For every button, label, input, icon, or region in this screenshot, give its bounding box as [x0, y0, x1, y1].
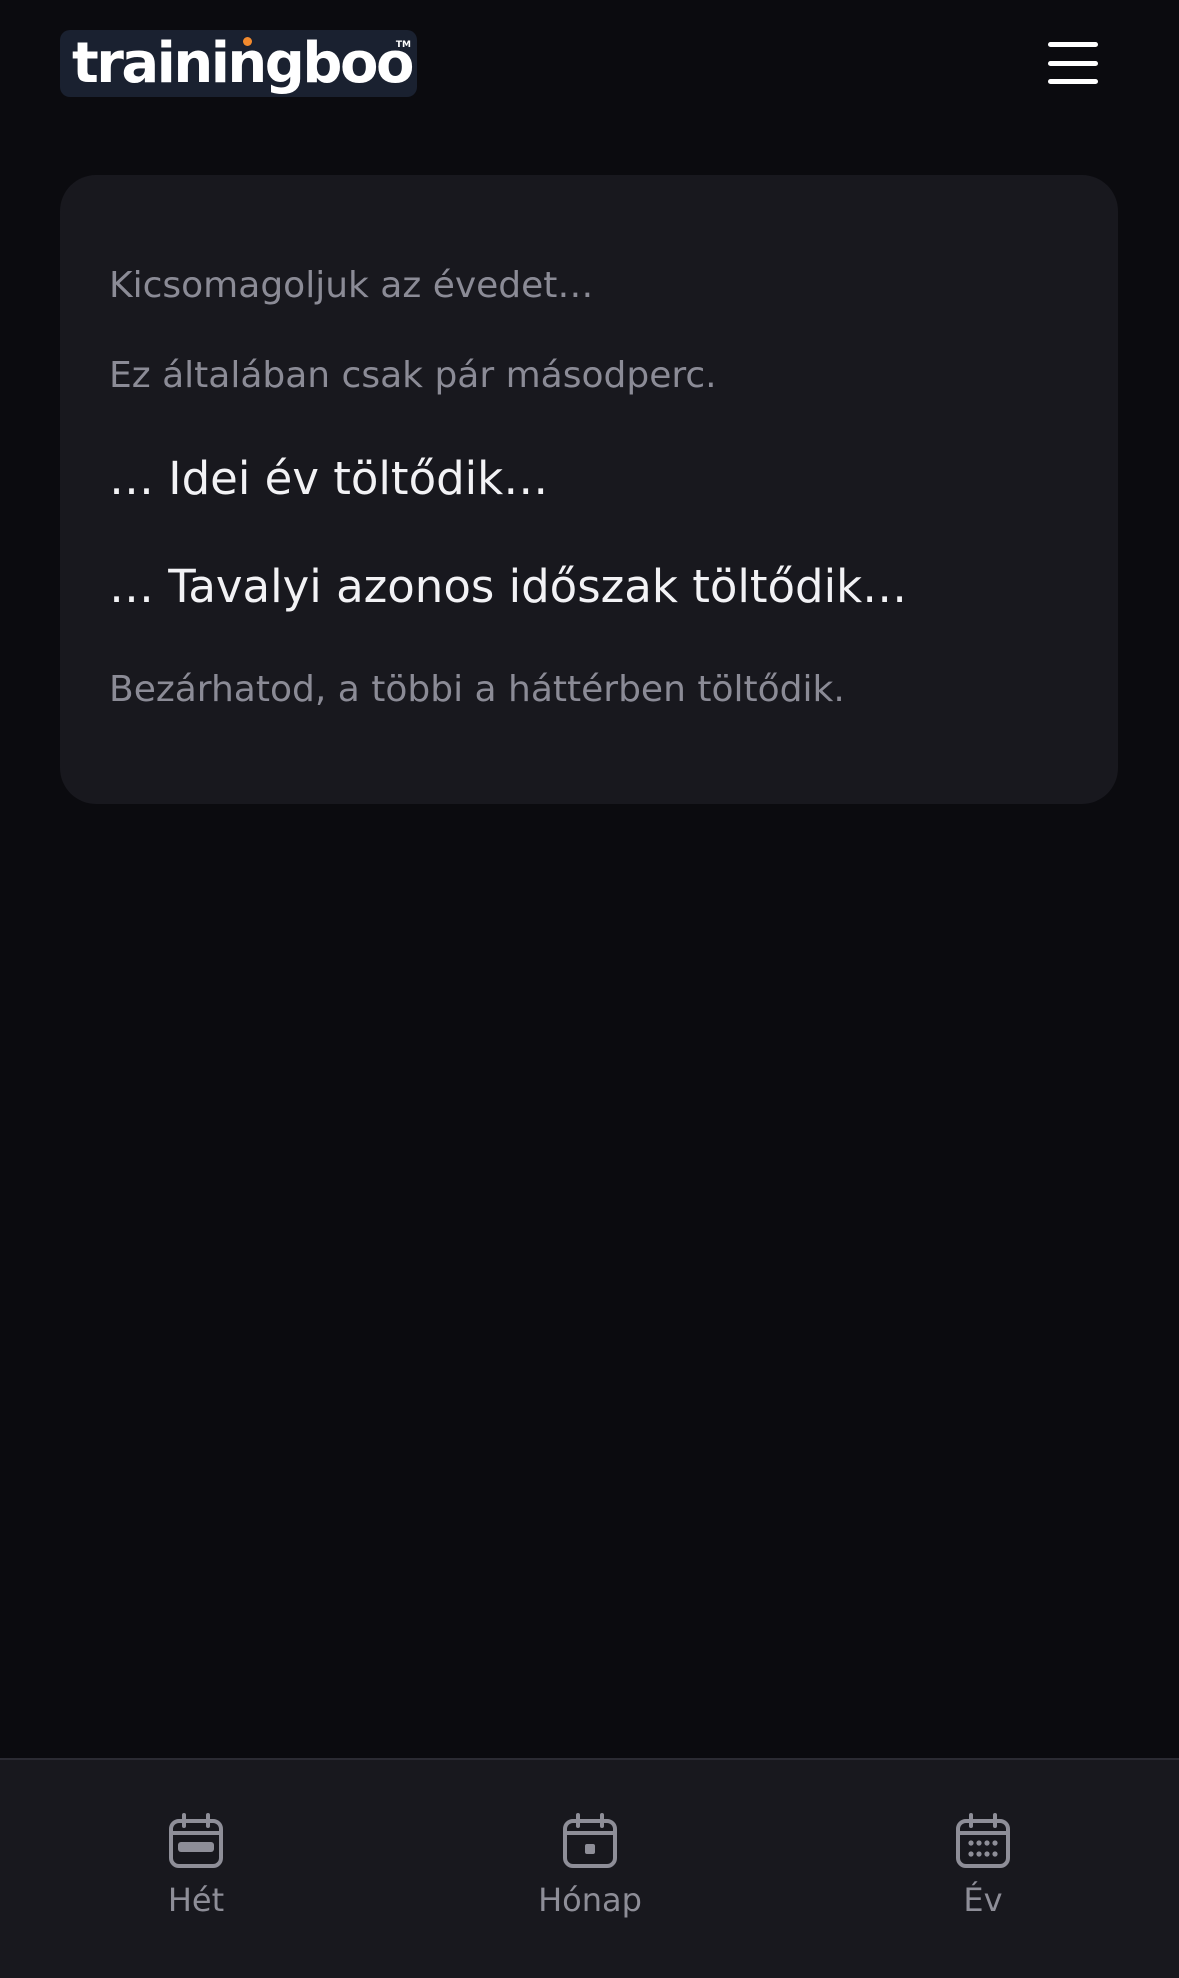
- logo-dot: [243, 37, 252, 46]
- calendar-month-icon: [563, 1813, 617, 1868]
- loading-hint: Bezárhatod, a többi a háttérben töltődik…: [109, 669, 845, 710]
- nav-label-week: Hét: [167, 1881, 225, 1919]
- nav-label-month: Hónap: [538, 1881, 642, 1919]
- logo-text: trainingboo: [72, 30, 414, 96]
- loading-subtitle: Ez általában csak pár másodperc.: [109, 355, 717, 396]
- loading-title: Kicsomagoljuk az évedet…: [109, 265, 594, 306]
- menu-line-icon: [1048, 60, 1098, 66]
- calendar-week-icon: [169, 1813, 223, 1868]
- nav-label-year: Év: [963, 1881, 1003, 1919]
- nav-item-month[interactable]: Hónap: [490, 1812, 690, 1932]
- trainingboo-logo[interactable]: trainingboo TM: [60, 30, 417, 97]
- header: trainingboo TM: [0, 0, 1179, 130]
- logo-trademark: TM: [395, 40, 411, 50]
- hamburger-menu-button[interactable]: [1045, 40, 1101, 86]
- loading-status-current-year: … Idei év töltődik…: [109, 452, 549, 505]
- menu-line-icon: [1048, 42, 1098, 47]
- nav-item-week[interactable]: Hét: [96, 1812, 296, 1932]
- bottom-navigation: Hét Hónap Év: [0, 1758, 1179, 1978]
- nav-item-year[interactable]: Év: [883, 1812, 1083, 1932]
- loading-card: Kicsomagoljuk az évedet… Ez általában cs…: [60, 175, 1118, 804]
- calendar-year-icon: [956, 1813, 1010, 1868]
- app-screen: trainingboo TM Kicsomagoljuk az évedet… …: [0, 0, 1179, 1978]
- menu-line-icon: [1048, 79, 1098, 84]
- loading-status-previous-year: … Tavalyi azonos időszak töltődik…: [109, 560, 908, 613]
